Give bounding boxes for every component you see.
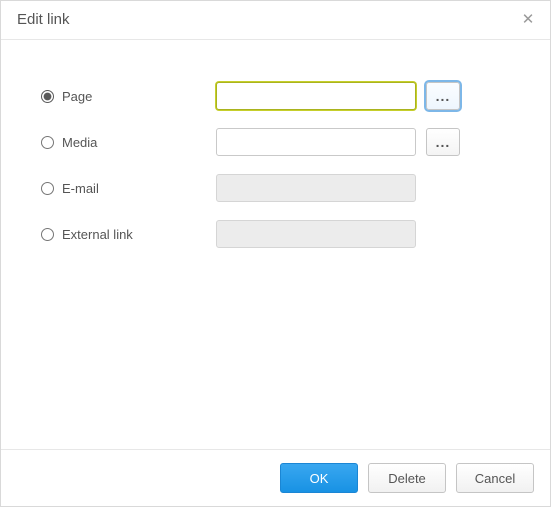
option-row-page: Page ... [41, 80, 510, 112]
close-icon[interactable]: ✕ [518, 10, 538, 30]
dialog-buttonbar: OK Delete Cancel [1, 449, 550, 506]
radio-email[interactable]: E-mail [41, 181, 206, 196]
cancel-button[interactable]: Cancel [456, 463, 534, 493]
radio-input-page[interactable] [41, 90, 54, 103]
delete-button[interactable]: Delete [368, 463, 446, 493]
radio-external[interactable]: External link [41, 227, 206, 242]
ok-button[interactable]: OK [280, 463, 358, 493]
radio-input-email[interactable] [41, 182, 54, 195]
radio-input-media[interactable] [41, 136, 54, 149]
dialog-body: Page ... Media ... E-mail [1, 40, 550, 449]
dialog-title: Edit link [17, 1, 518, 39]
external-input [216, 220, 416, 248]
media-input[interactable] [216, 128, 416, 156]
browse-page-button[interactable]: ... [426, 82, 460, 110]
email-input [216, 174, 416, 202]
radio-media[interactable]: Media [41, 135, 206, 150]
option-row-external: External link [41, 218, 510, 250]
radio-label-text: E-mail [62, 181, 99, 196]
edit-link-dialog: Edit link ✕ Page ... Media ... E-m [0, 0, 551, 507]
option-row-email: E-mail [41, 172, 510, 204]
radio-input-external[interactable] [41, 228, 54, 241]
page-input[interactable] [216, 82, 416, 110]
radio-page[interactable]: Page [41, 89, 206, 104]
option-row-media: Media ... [41, 126, 510, 158]
radio-label-text: External link [62, 227, 133, 242]
browse-media-button[interactable]: ... [426, 128, 460, 156]
dialog-titlebar: Edit link ✕ [1, 1, 550, 40]
radio-label-text: Page [62, 89, 92, 104]
radio-label-text: Media [62, 135, 97, 150]
